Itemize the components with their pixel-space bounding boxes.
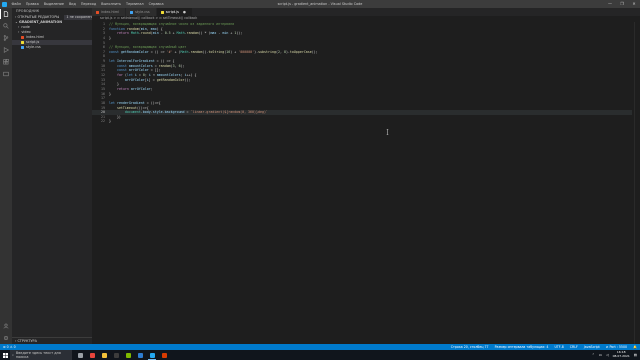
tray-up-chevron-icon[interactable]: ⌃	[592, 353, 595, 357]
extensions-icon[interactable]	[0, 56, 12, 68]
code-editor[interactable]: 1// Функция, возвращающая случайное числ…	[92, 22, 632, 124]
run-debug-icon[interactable]	[0, 44, 12, 56]
taskbar-search-placeholder: Введите здесь текст для поиска	[15, 351, 61, 359]
account-icon[interactable]	[0, 320, 12, 332]
menu-view[interactable]: Вид	[66, 2, 78, 6]
mouse-cursor-icon	[386, 129, 389, 135]
taskbar-photos-icon[interactable]	[134, 350, 146, 360]
settings-gear-icon[interactable]	[0, 332, 12, 344]
explorer-sidebar: ПРОВОДНИК › ОТКРЫТЫЕ РЕДАКТОРЫ 1 не сохр…	[12, 8, 96, 344]
taskbar-explorer-icon[interactable]	[98, 350, 110, 360]
outline-label: СТРУКТУРА	[17, 339, 37, 343]
menu-selection[interactable]: Выделение	[41, 2, 66, 6]
tab-index-html[interactable]: index.html	[92, 8, 127, 16]
editor-area: index.html style.css script.js ● script.…	[92, 8, 640, 344]
line-ending[interactable]: CRLF	[570, 345, 578, 349]
menu-edit[interactable]: Правка	[23, 2, 41, 6]
indentation[interactable]: Размер интервала табуляции: 4	[495, 345, 549, 349]
windows-start-icon[interactable]	[0, 350, 10, 360]
title-bar: Файл Правка Выделение Вид Переход Выполн…	[0, 0, 640, 8]
taskbar-task-view-icon[interactable]	[74, 350, 86, 360]
volume-icon[interactable]: ◁	[606, 353, 609, 357]
remote-icon[interactable]	[0, 68, 12, 80]
minimize-button[interactable]: —	[604, 0, 616, 8]
vscode-logo-icon	[2, 1, 7, 7]
source-control-icon[interactable]	[0, 32, 12, 44]
encoding[interactable]: UTF-8	[554, 345, 563, 349]
tree-item-label: style.css	[26, 45, 41, 49]
editor-tabs: index.html style.css script.js ●	[92, 8, 640, 16]
html-file-icon	[96, 10, 99, 14]
project-folder-label: GRADIENT_ANIMATION	[19, 20, 63, 24]
code-line[interactable]: 22}	[92, 119, 632, 124]
cursor-position[interactable]: Строка 20, столбец 77	[451, 345, 489, 349]
css-file-icon	[21, 46, 24, 49]
menu-run[interactable]: Выполнить	[99, 2, 124, 6]
tab-label: index.html	[101, 10, 120, 14]
open-editors-label: ОТКРЫТЫЕ РЕДАКТОРЫ	[17, 15, 60, 19]
html-file-icon	[21, 36, 24, 39]
activity-bar	[0, 8, 12, 344]
live-server-port[interactable]: ⊘ Port : 5500	[606, 345, 627, 349]
explorer-icon[interactable]	[0, 8, 12, 20]
menu-go[interactable]: Переход	[78, 2, 98, 6]
tab-label: script.js	[165, 10, 179, 14]
project-folder-section[interactable]: ⌄ GRADIENT_ANIMATION	[12, 20, 92, 25]
taskbar-chrome-icon[interactable]	[86, 350, 98, 360]
clock-date: 08.07.2021	[612, 354, 630, 358]
taskbar-terminal-icon[interactable]	[110, 350, 122, 360]
tree-item-style-css[interactable]: style.css	[12, 45, 92, 50]
notification-center-icon[interactable]: ▤	[634, 353, 637, 357]
problems-indicator[interactable]: ⊗ 0 ⚠ 0	[3, 345, 16, 349]
taskbar-vscode-icon[interactable]	[146, 350, 158, 360]
search-icon: ⌕	[12, 353, 14, 357]
chevron-down-icon: ⌄	[15, 20, 18, 24]
notifications-bell-icon[interactable]: 🔔	[633, 345, 637, 349]
taskbar-recorder-icon[interactable]	[158, 350, 170, 360]
menu-terminal[interactable]: Терминал	[124, 2, 147, 6]
line-number: 22	[101, 119, 105, 124]
search-icon[interactable]	[0, 20, 12, 32]
chevron-right-icon: ›	[18, 30, 20, 34]
tab-label: style.css	[135, 10, 150, 14]
outline-section[interactable]: › СТРУКТУРА	[12, 337, 95, 344]
menu-file[interactable]: Файл	[9, 2, 23, 6]
windows-taskbar: ⌕ Введите здесь текст для поиска ⌃ ▭ ◁ 1…	[0, 350, 640, 360]
network-icon[interactable]: ▭	[599, 353, 602, 357]
close-window-button[interactable]: ✕	[628, 0, 640, 8]
menu-help[interactable]: Справка	[146, 2, 166, 6]
js-file-icon	[21, 41, 24, 44]
taskbar-search[interactable]: ⌕ Введите здесь текст для поиска	[10, 350, 72, 360]
language-mode[interactable]: JavaScript	[584, 345, 600, 349]
maximize-button[interactable]: ❐	[616, 0, 628, 8]
vertical-scrollbar[interactable]	[634, 22, 640, 344]
explorer-header: ПРОВОДНИК	[16, 9, 40, 13]
js-file-icon	[160, 10, 164, 14]
breadcrumb[interactable]: script.js > ⊙ setInterval() callback > ⊙…	[92, 16, 640, 21]
taskbar-media-icon[interactable]	[122, 350, 134, 360]
tab-script-js[interactable]: script.js ●	[156, 8, 193, 16]
system-tray: ⌃ ▭ ◁ 16:18 08.07.2021 ▤	[592, 350, 637, 360]
code-text: }	[109, 119, 111, 124]
unsaved-dot-icon[interactable]: ●	[183, 8, 186, 16]
css-file-icon	[130, 10, 134, 14]
clock[interactable]: 16:18 08.07.2021	[612, 350, 630, 359]
tab-style-css[interactable]: style.css	[126, 8, 157, 16]
